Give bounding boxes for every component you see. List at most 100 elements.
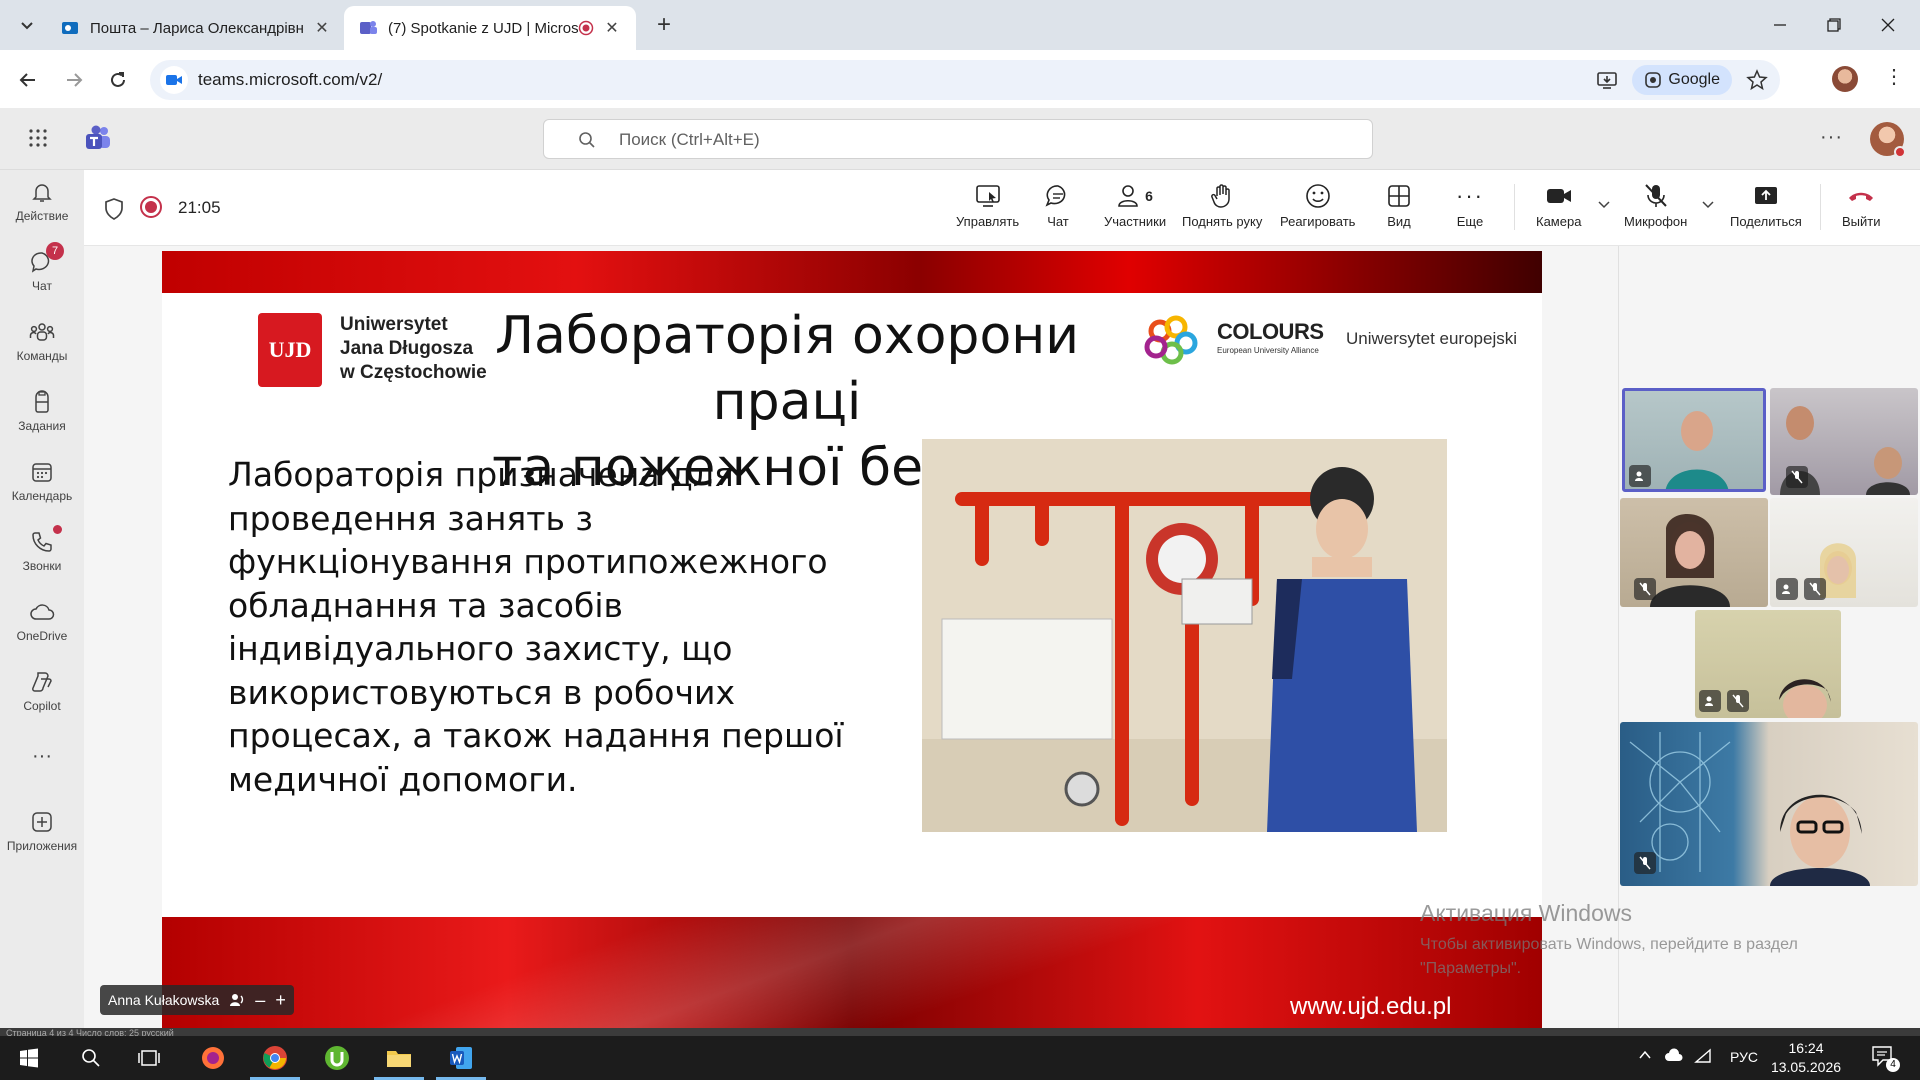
react-button[interactable]: Реагировать — [1280, 180, 1355, 240]
camera-button[interactable]: Камера — [1536, 180, 1581, 240]
more-options-button[interactable]: ··· — [1820, 126, 1843, 149]
search-placeholder: Поиск (Ctrl+Alt+E) — [619, 130, 760, 149]
url-text[interactable]: teams.microsoft.com/v2/ — [198, 70, 382, 90]
taskbar-clock[interactable]: 16:24 13.05.2026 — [1766, 1039, 1846, 1077]
folder-icon — [387, 1051, 411, 1067]
more-button[interactable]: ··· Еще — [1456, 180, 1484, 240]
reload-button[interactable] — [104, 66, 132, 94]
zoom-out-button[interactable]: – — [255, 990, 265, 1011]
browser-tab-teams[interactable]: (7) Spotkanie z UJD | Microsoft Teams ✕ — [344, 6, 636, 50]
chrome-icon — [263, 1046, 287, 1070]
share-button[interactable]: Поделиться — [1730, 180, 1802, 240]
rail-label: Календарь — [11, 489, 73, 503]
participants-count: 6 — [1145, 188, 1153, 204]
shared-presentation-slide: UJD Uniwersytet Jana Długosza w Częstoch… — [162, 251, 1542, 1037]
profile-avatar[interactable] — [1832, 66, 1858, 92]
minimize-window-button[interactable] — [1760, 10, 1800, 40]
task-view-button[interactable] — [120, 1036, 178, 1080]
taskbar-app-chrome[interactable] — [246, 1036, 304, 1080]
leave-button[interactable]: Выйти — [1842, 180, 1881, 240]
raise-hand-label: Поднять руку — [1182, 214, 1263, 229]
browser-tab-mail[interactable]: Пошта – Лариса Олександрівна ✕ — [46, 6, 346, 50]
slide-website: www.ujd.edu.pl — [1290, 993, 1452, 1020]
body-line: обладнання та засобів — [228, 585, 623, 625]
participant-video-tile[interactable] — [1770, 498, 1918, 607]
view-label: Вид — [1387, 214, 1411, 229]
more-label: Еще — [1456, 214, 1484, 229]
close-tab-icon[interactable]: ✕ — [312, 18, 332, 38]
rail-assignments[interactable]: Задания — [0, 388, 84, 450]
keyboard-language[interactable]: РУС — [1730, 1049, 1758, 1065]
search-taskbar-button[interactable] — [62, 1036, 120, 1080]
manage-button[interactable]: Управлять — [956, 180, 1019, 240]
participant-video-tile[interactable] — [1695, 610, 1841, 718]
rail-chat[interactable]: 7 Чат — [0, 242, 84, 310]
mic-options-chevron-icon[interactable] — [1702, 198, 1714, 210]
rail-label: OneDrive — [16, 629, 68, 643]
install-app-icon[interactable] — [1596, 69, 1618, 91]
share-screen-icon — [1754, 187, 1777, 204]
reload-icon — [111, 72, 125, 87]
rail-onedrive[interactable]: OneDrive — [0, 598, 84, 660]
app-launcher-icon[interactable] — [28, 128, 48, 148]
back-button[interactable] — [14, 66, 42, 94]
participant-video-tile[interactable] — [1620, 722, 1918, 886]
forward-button[interactable] — [60, 66, 88, 94]
meeting-timer: 21:05 — [178, 198, 221, 217]
shield-icon[interactable] — [104, 198, 124, 220]
rail-label: Чат — [32, 279, 52, 293]
browser-menu-button[interactable]: ⋮ — [1884, 64, 1904, 89]
notifications-button[interactable]: 4 — [1870, 1044, 1900, 1072]
search-box[interactable]: Поиск (Ctrl+Alt+E) — [543, 119, 1373, 159]
share-label: Поделиться — [1730, 214, 1802, 229]
cloud-icon — [30, 604, 55, 620]
presenter-icon — [230, 994, 244, 1006]
teams-header: Поиск (Ctrl+Alt+E) ··· — [0, 108, 1920, 170]
activation-text: Чтобы активировать Windows, перейдите в … — [1420, 936, 1798, 977]
participant-video-tile[interactable] — [1770, 388, 1918, 495]
tab-search-button[interactable] — [14, 12, 40, 38]
rail-calendar[interactable]: Календарь — [0, 458, 84, 520]
onedrive-tray-icon[interactable] — [1664, 1048, 1684, 1064]
meeting-stage: UJD Uniwersytet Jana Długosza w Częstoch… — [84, 246, 1618, 1037]
taskbar-app-firefox[interactable] — [184, 1036, 242, 1080]
bookmark-star-icon[interactable] — [1746, 69, 1768, 91]
minimize-icon — [1774, 24, 1786, 26]
close-tab-icon[interactable]: ✕ — [602, 18, 622, 38]
rail-teams[interactable]: Команды — [0, 318, 84, 380]
participant-video-tile[interactable] — [1620, 498, 1768, 607]
rail-calls[interactable]: Звонки — [0, 525, 84, 590]
rail-activity[interactable]: Действие — [0, 178, 84, 240]
start-button[interactable] — [0, 1036, 58, 1080]
participants-button[interactable]: 6 Участники — [1104, 180, 1166, 240]
browser-tab-bar: Пошта – Лариса Олександрівна ✕ (7) Spotk… — [0, 0, 1920, 50]
microphone-button[interactable]: Микрофон — [1624, 180, 1687, 240]
taskbar-app-word[interactable] — [432, 1036, 490, 1080]
show-hidden-icons-chevron-icon[interactable] — [1638, 1048, 1652, 1062]
zoom-in-button[interactable]: + — [275, 990, 286, 1011]
new-tab-button[interactable]: + — [650, 12, 678, 40]
manage-label: Управлять — [956, 214, 1020, 229]
search-icon — [82, 1049, 100, 1067]
view-button[interactable]: Вид — [1386, 180, 1412, 240]
taskbar-app-explorer[interactable] — [370, 1036, 428, 1080]
rail-apps[interactable]: Приложения — [0, 808, 84, 870]
site-info-button[interactable] — [160, 66, 188, 94]
slide-body-text: Лабораторія призначена для проведення за… — [228, 453, 848, 801]
restore-window-button[interactable] — [1814, 10, 1854, 40]
google-lens-chip[interactable]: Google — [1632, 65, 1732, 95]
raise-hand-button[interactable]: Поднять руку — [1182, 180, 1262, 240]
participant-video-tile[interactable] — [1622, 388, 1766, 492]
mic-muted-icon — [1634, 578, 1656, 600]
clock-date: 13.05.2026 — [1770, 1059, 1842, 1075]
close-window-button[interactable] — [1868, 10, 1908, 40]
taskbar-app-utorrent[interactable] — [308, 1036, 366, 1080]
camera-options-chevron-icon[interactable] — [1598, 198, 1610, 210]
chat-button[interactable]: Чат — [1044, 180, 1072, 240]
rail-copilot[interactable]: Copilot — [0, 668, 84, 730]
omnibox[interactable]: teams.microsoft.com/v2/ Google — [150, 60, 1780, 100]
network-icon[interactable] — [1694, 1048, 1712, 1064]
rail-more-apps[interactable]: ··· — [0, 742, 84, 772]
recording-icon — [140, 196, 162, 218]
rail-label: Звонки — [22, 559, 62, 573]
